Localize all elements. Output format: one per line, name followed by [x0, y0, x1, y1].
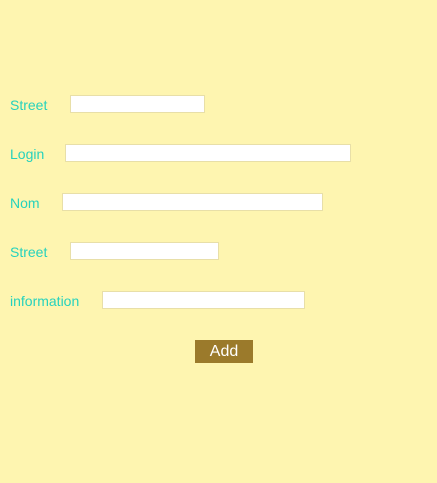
street-label: Street — [10, 97, 48, 113]
information-label: information — [10, 293, 80, 309]
nom-input[interactable] — [62, 193, 323, 211]
street-input-2[interactable] — [70, 242, 219, 260]
street-label-2: Street — [10, 244, 48, 260]
street-input[interactable] — [70, 95, 205, 113]
login-label: Login — [10, 146, 45, 162]
add-button[interactable]: Add — [195, 340, 253, 363]
nom-label: Nom — [10, 195, 40, 211]
login-input[interactable] — [65, 144, 351, 162]
information-input[interactable] — [102, 291, 305, 309]
